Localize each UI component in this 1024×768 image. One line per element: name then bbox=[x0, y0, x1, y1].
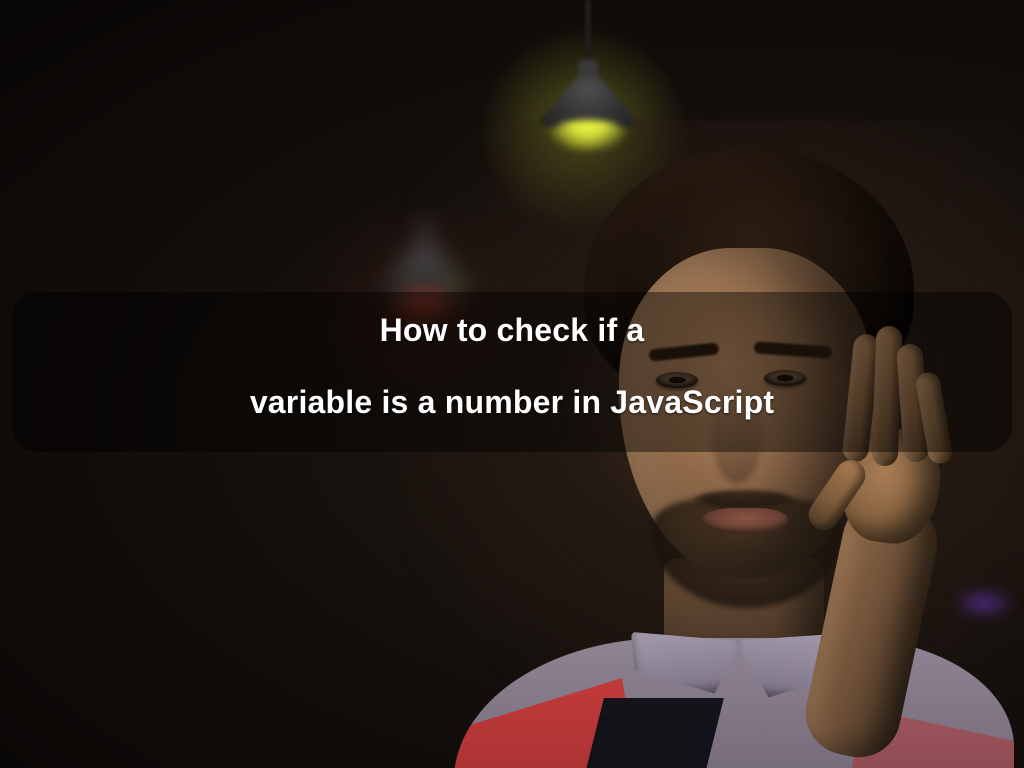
title-overlay: How to check if a variable is a number i… bbox=[12, 292, 1012, 452]
title-line-1: How to check if a bbox=[32, 310, 992, 350]
title-line-2: variable is a number in JavaScript bbox=[32, 382, 992, 422]
